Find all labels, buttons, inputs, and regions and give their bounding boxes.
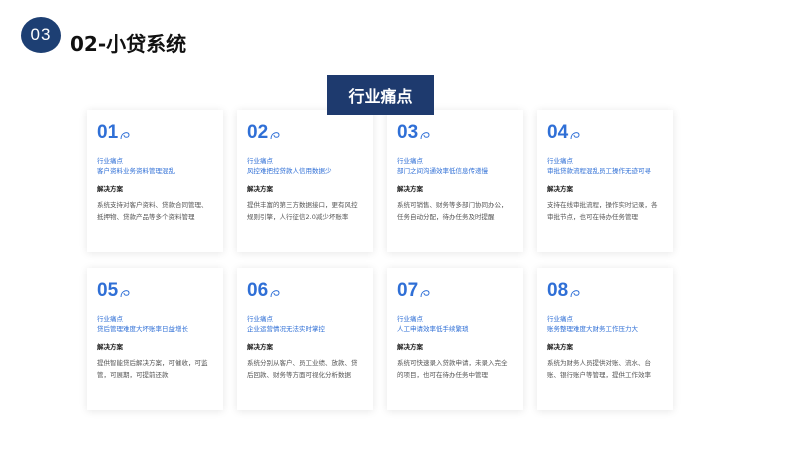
- swirl-icon: [120, 132, 130, 140]
- solution-label: 解决方案: [397, 185, 423, 193]
- card-04: 04 行业痛点 审批贷款流程混乱员工操作无迹可寻 解决方案 支持在线审批流程，操…: [537, 110, 673, 252]
- card-number: 05: [97, 280, 213, 302]
- card-number: 07: [397, 280, 513, 302]
- card-03: 03 行业痛点 部门之间沟通效率低信息传递慢 解决方案 系统可销售、财务等多部门…: [387, 110, 523, 252]
- pain-text: 企业运营情况无法实时掌控: [247, 325, 325, 333]
- solution-text: 系统可快速录入贷款申请，未录入完全的项目，也可在待办任务中管理: [397, 359, 508, 379]
- pain-text: 贷后管理难度大坏账率日益增长: [97, 325, 188, 333]
- card-07: 07 行业痛点 人工申请效率低手续繁琐 解决方案 系统可快速录入贷款申请，未录入…: [387, 268, 523, 410]
- pain-label: 行业痛点: [397, 157, 423, 165]
- card-number: 02: [247, 122, 363, 144]
- solution-text: 提供丰富的第三方数据接口，更有风控规则引擎，人行征信2.0减少坏账率: [247, 201, 358, 221]
- pain-text: 账务整理难度大财务工作压力大: [547, 325, 638, 333]
- solution-label: 解决方案: [247, 185, 273, 193]
- swirl-icon: [420, 290, 430, 298]
- swirl-icon: [570, 132, 580, 140]
- swirl-icon: [570, 290, 580, 298]
- solution-text: 支持在线审批流程，操作实时记录，各审批节点，也可在待办任务管理: [547, 201, 658, 221]
- pain-text: 人工申请效率低手续繁琐: [397, 325, 469, 333]
- solution-label: 解决方案: [97, 343, 123, 351]
- solution-text: 系统分别从客户、员工业绩、放款、贷后回款、财务等方面可视化分析数据: [247, 359, 358, 379]
- card-number-text: 08: [547, 280, 569, 301]
- card-number-text: 04: [547, 122, 569, 143]
- card-number-text: 03: [397, 122, 419, 143]
- card-01: 01 行业痛点 客户资料业务资料管理混乱 解决方案 系统支持对客户资料、贷款合同…: [87, 110, 223, 252]
- card-grid: 01 行业痛点 客户资料业务资料管理混乱 解决方案 系统支持对客户资料、贷款合同…: [0, 0, 800, 450]
- card-number-text: 02: [247, 122, 269, 143]
- pain-label: 行业痛点: [247, 315, 273, 323]
- card-06: 06 行业痛点 企业运营情况无法实时掌控 解决方案 系统分别从客户、员工业绩、放…: [237, 268, 373, 410]
- card-number: 06: [247, 280, 363, 302]
- card-number-text: 06: [247, 280, 269, 301]
- solution-label: 解决方案: [247, 343, 273, 351]
- swirl-icon: [420, 132, 430, 140]
- card-02: 02 行业痛点 风控难把控贷款人信用数据少 解决方案 提供丰富的第三方数据接口，…: [237, 110, 373, 252]
- pain-label: 行业痛点: [547, 157, 573, 165]
- solution-text: 系统为财务人员提供对账、流水、台账、银行账户等管理，提供工作效率: [547, 359, 651, 379]
- card-number: 03: [397, 122, 513, 144]
- solution-label: 解决方案: [397, 343, 423, 351]
- pain-text: 客户资料业务资料管理混乱: [97, 167, 175, 175]
- solution-label: 解决方案: [97, 185, 123, 193]
- card-05: 05 行业痛点 贷后管理难度大坏账率日益增长 解决方案 提供智能贷后解决方案，可…: [87, 268, 223, 410]
- pain-text: 审批贷款流程混乱员工操作无迹可寻: [547, 167, 651, 175]
- card-number-text: 01: [97, 122, 119, 143]
- solution-text: 提供智能贷后解决方案，可催收，可监管，可展期，可提前还款: [97, 359, 208, 379]
- pain-label: 行业痛点: [97, 157, 123, 165]
- swirl-icon: [270, 132, 280, 140]
- solution-label: 解决方案: [547, 343, 573, 351]
- card-number-text: 05: [97, 280, 119, 301]
- pain-label: 行业痛点: [247, 157, 273, 165]
- banner-title: 行业痛点: [327, 75, 434, 115]
- solution-text: 系统可销售、财务等多部门协同办公，任务自动分配，待办任务及时提醒: [397, 201, 508, 221]
- swirl-icon: [120, 290, 130, 298]
- card-08: 08 行业痛点 账务整理难度大财务工作压力大 解决方案 系统为财务人员提供对账、…: [537, 268, 673, 410]
- pain-label: 行业痛点: [547, 315, 573, 323]
- card-number-text: 07: [397, 280, 419, 301]
- pain-text: 部门之间沟通效率低信息传递慢: [397, 167, 488, 175]
- pain-text: 风控难把控贷款人信用数据少: [247, 167, 332, 175]
- card-number: 04: [547, 122, 663, 144]
- pain-label: 行业痛点: [97, 315, 123, 323]
- pain-label: 行业痛点: [397, 315, 423, 323]
- solution-label: 解决方案: [547, 185, 573, 193]
- swirl-icon: [270, 290, 280, 298]
- card-number: 01: [97, 122, 213, 144]
- card-number: 08: [547, 280, 663, 302]
- solution-text: 系统支持对客户资料、贷款合同管理、抵押物、贷款产品等多个资料管理: [97, 201, 208, 221]
